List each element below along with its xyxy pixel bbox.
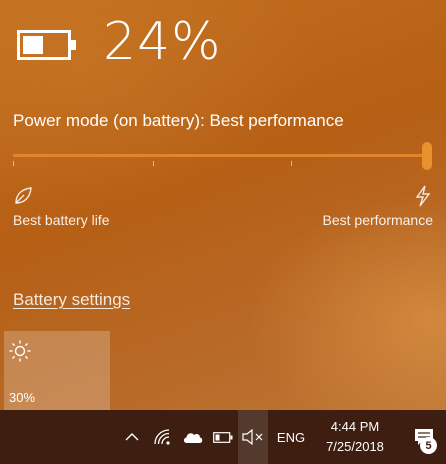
slider-tick bbox=[291, 161, 292, 166]
clock-date: 7/25/2018 bbox=[326, 439, 384, 454]
show-hidden-icons-button[interactable] bbox=[118, 410, 146, 464]
battery-percent: 24% bbox=[103, 12, 222, 72]
slider-track[interactable] bbox=[13, 154, 429, 157]
best-performance-label: Best performance bbox=[322, 212, 434, 228]
wifi-icon bbox=[154, 429, 170, 445]
volume-button[interactable] bbox=[238, 410, 268, 464]
network-button[interactable] bbox=[148, 410, 178, 464]
notification-count-badge: 5 bbox=[420, 437, 437, 454]
clock-time: 4:44 PM bbox=[330, 419, 380, 434]
volume-muted-icon bbox=[242, 429, 263, 445]
battery-flyout: 24% Power mode (on battery): Best perfor… bbox=[0, 0, 446, 410]
clock-button[interactable]: 4:44 PM 7/25/2018 bbox=[315, 410, 395, 464]
slider-thumb[interactable] bbox=[422, 142, 432, 170]
sun-icon bbox=[9, 340, 31, 362]
power-mode-title: Power mode (on battery): Best performanc… bbox=[13, 111, 344, 130]
bolt-icon bbox=[415, 185, 431, 207]
power-mode-slider[interactable] bbox=[13, 140, 434, 170]
brightness-tile[interactable]: 30% bbox=[4, 331, 110, 410]
taskbar: ENG 4:44 PM 7/25/2018 bbox=[0, 410, 446, 464]
onedrive-button[interactable] bbox=[178, 410, 208, 464]
battery-icon bbox=[213, 431, 233, 443]
battery-settings-link[interactable]: Battery settings bbox=[13, 290, 130, 310]
battery-icon bbox=[17, 30, 76, 60]
battery-tray-button[interactable] bbox=[208, 410, 238, 464]
slider-tick bbox=[153, 161, 154, 166]
onedrive-cloud-icon bbox=[183, 433, 203, 443]
chevron-up-icon bbox=[125, 433, 139, 441]
best-battery-life-label: Best battery life bbox=[13, 212, 110, 228]
brightness-label: 30% bbox=[9, 390, 36, 405]
leaf-icon bbox=[15, 187, 32, 204]
slider-tick bbox=[13, 161, 14, 166]
input-language-button[interactable]: ENG bbox=[272, 410, 310, 464]
